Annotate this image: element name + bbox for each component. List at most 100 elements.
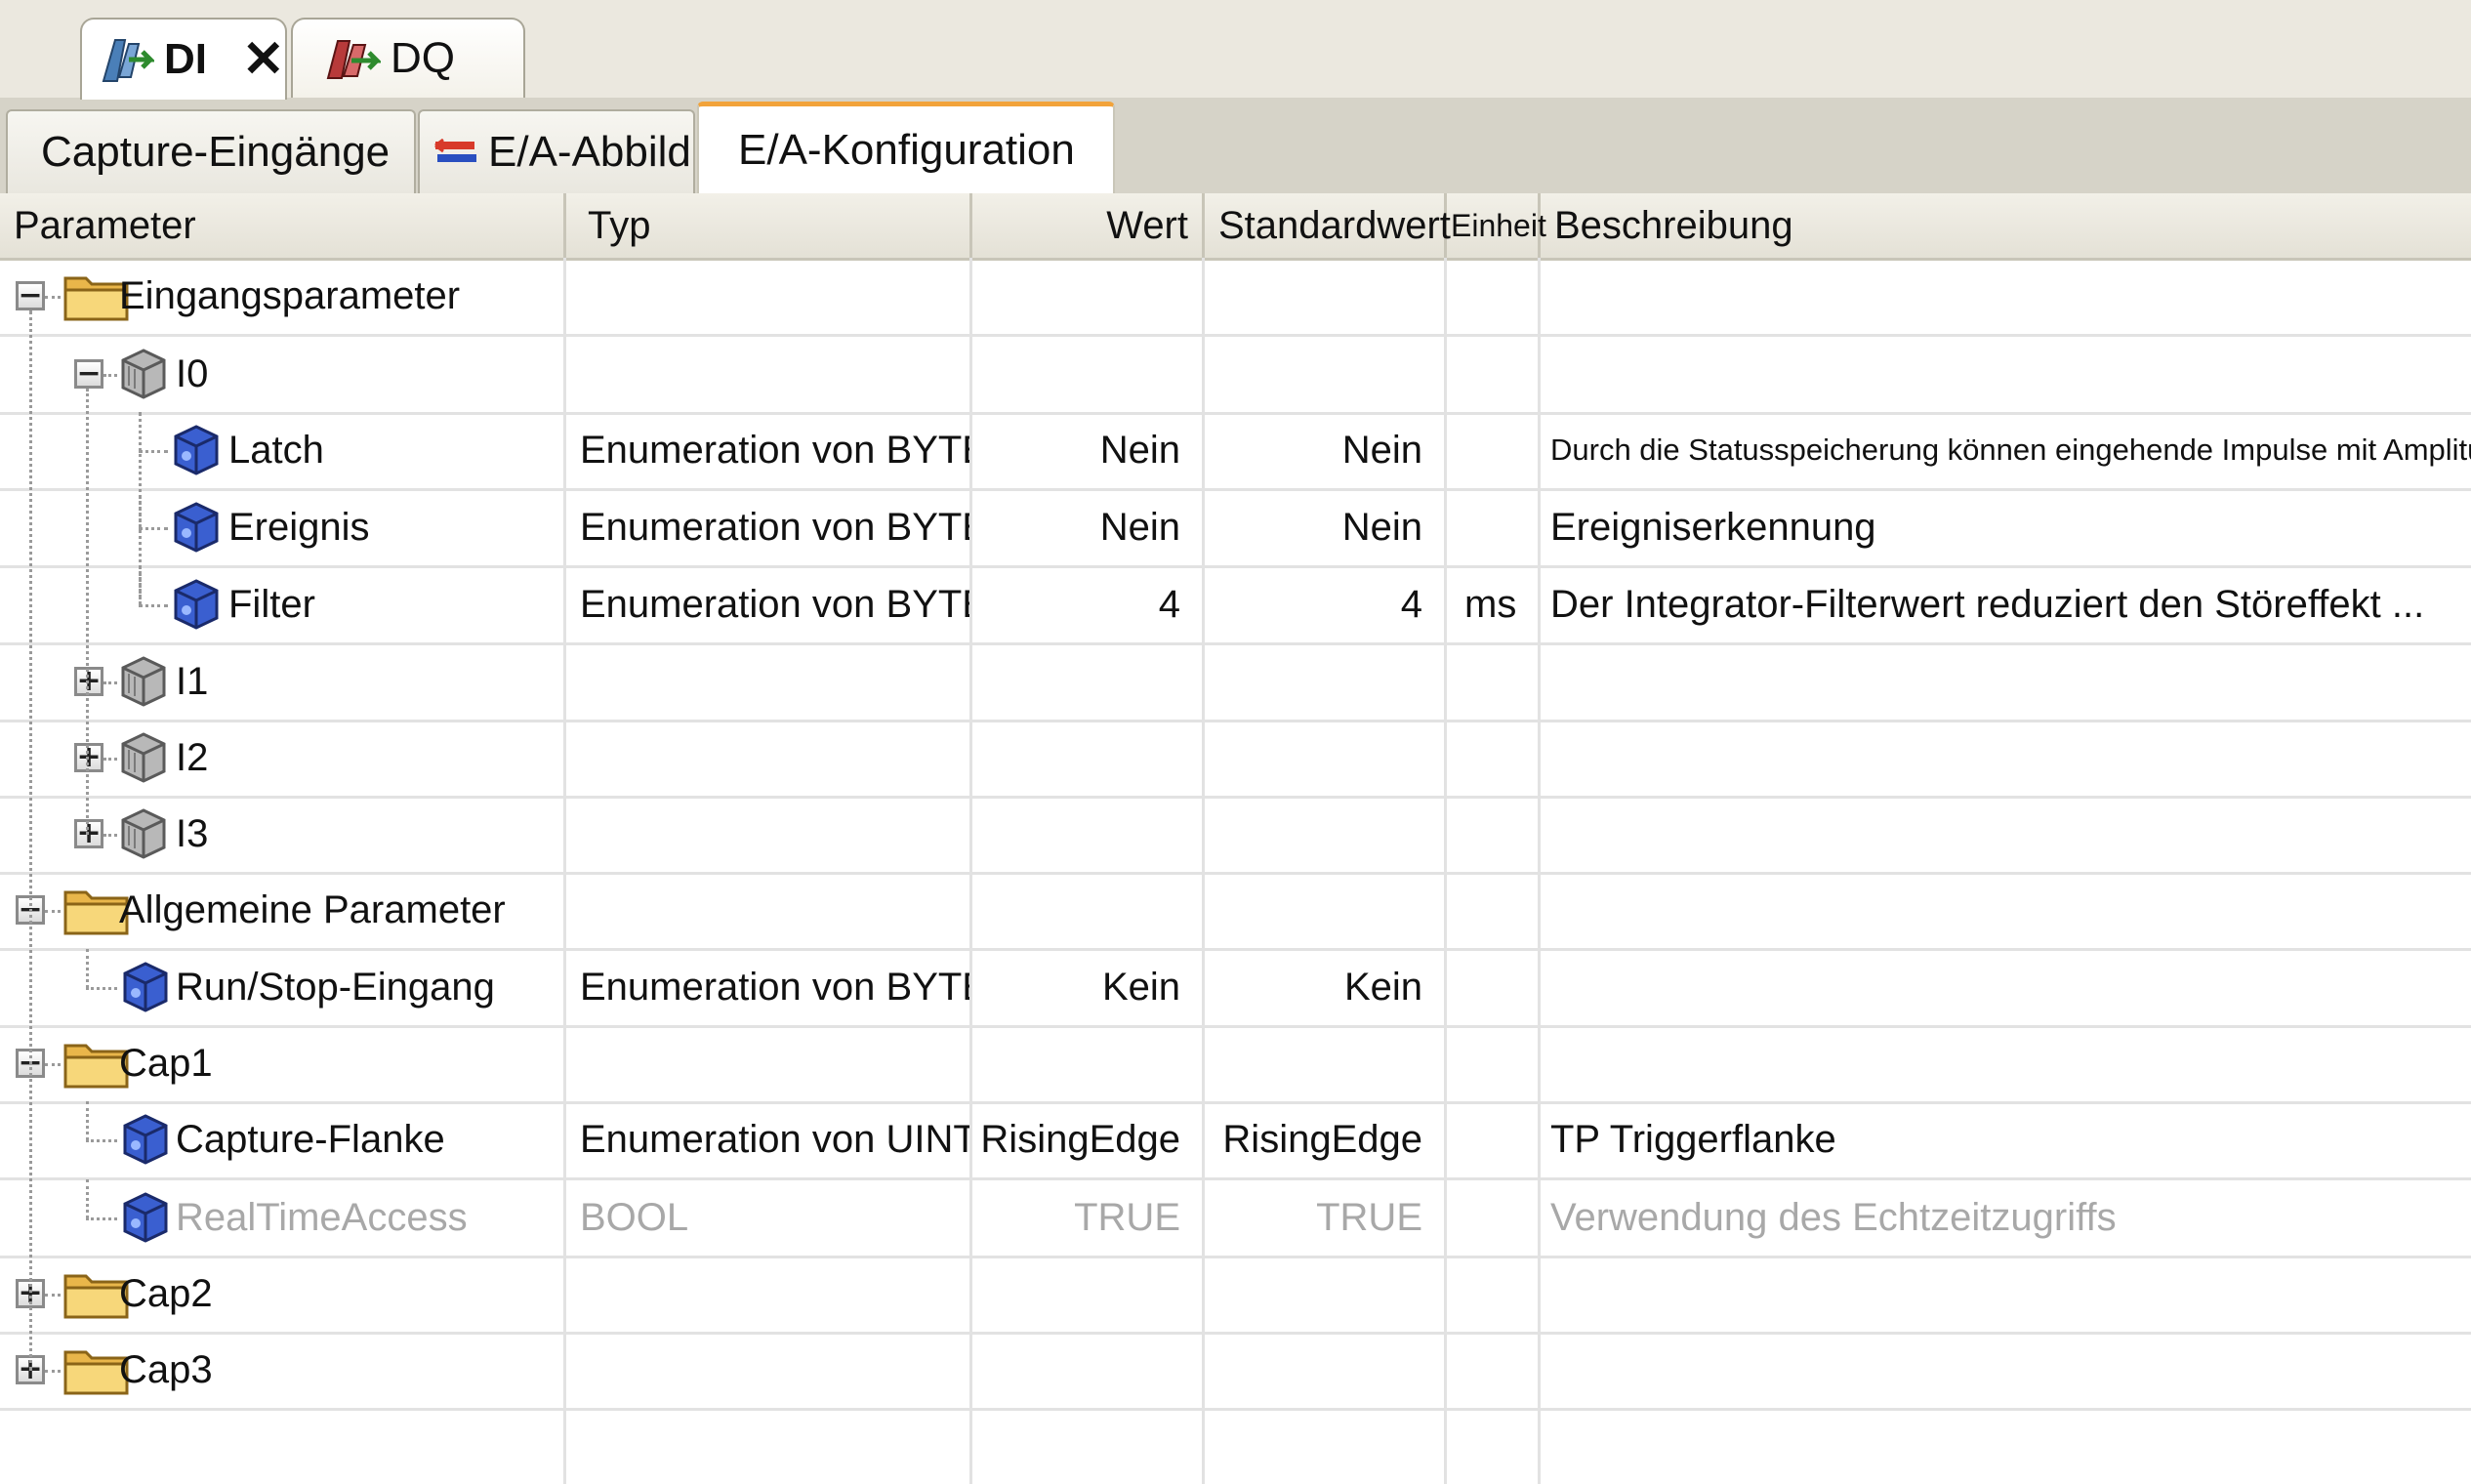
cell-wert[interactable]: TRUE — [972, 1179, 1205, 1256]
tree-connector — [45, 1063, 61, 1066]
tree-connector — [86, 987, 117, 990]
cell-beschreibung — [1541, 643, 2471, 720]
table-row[interactable]: + I3 — [0, 796, 2471, 875]
cell-typ — [566, 643, 972, 720]
table-row[interactable]: Run/Stop-Eingang Enumeration von BYTE Kein… — [0, 949, 2471, 1028]
cell-einheit — [1447, 489, 1541, 565]
parameter-name: I3 — [176, 811, 209, 855]
tree-connector — [139, 604, 168, 607]
table-row[interactable]: + I2 — [0, 720, 2471, 799]
cell-wert[interactable]: Nein — [972, 412, 1205, 488]
cell-standardwert — [1205, 872, 1447, 948]
cell-wert — [972, 872, 1205, 948]
collapse-icon[interactable]: − — [16, 281, 45, 310]
cell-standardwert: Nein — [1205, 489, 1447, 565]
cell-typ: Enumeration von UINT — [566, 1101, 972, 1177]
table-row[interactable]: Capture-Flanke Enumeration von UINT Rising… — [0, 1101, 2471, 1180]
cell-wert[interactable]: RisingEdge — [972, 1101, 1205, 1177]
tab-capture-eingaenge[interactable]: Capture-Eingänge — [6, 109, 416, 193]
grid-header: Parameter Typ Wert Standardwert Einheit … — [0, 193, 2471, 261]
expand-icon[interactable]: + — [74, 819, 103, 848]
cell-einheit — [1447, 1179, 1541, 1256]
tree-connector — [139, 450, 168, 453]
table-row[interactable]: − I0 — [0, 336, 2471, 415]
cell-typ — [566, 872, 972, 948]
cell-einheit — [1447, 872, 1541, 948]
parameter-name: Capture-Flanke — [176, 1117, 445, 1161]
table-row[interactable]: − Eingangsparameter — [0, 258, 2471, 337]
table-row[interactable]: Ereignis Enumeration von BYTE Nein Nein Erei… — [0, 489, 2471, 568]
col-header-wert[interactable]: Wert — [972, 193, 1205, 258]
cell-wert — [972, 796, 1205, 872]
table-row[interactable]: + Cap3 — [0, 1332, 2471, 1411]
cell-typ: BOOL — [566, 1179, 972, 1256]
collapse-icon[interactable]: − — [74, 359, 103, 389]
col-header-beschreibung[interactable]: Beschreibung — [1541, 193, 2471, 258]
col-header-parameter[interactable]: Parameter — [0, 193, 566, 258]
cell-typ: Enumeration von BYTE — [566, 566, 972, 642]
expand-icon[interactable]: + — [74, 667, 103, 696]
cell-parameter: Latch — [0, 412, 566, 488]
doc-tab-di-label: DI — [164, 35, 207, 83]
cell-beschreibung — [1541, 336, 2471, 412]
table-row[interactable]: − Allgemeine Parameter — [0, 872, 2471, 951]
cell-parameter: Run/Stop-Eingang — [0, 949, 566, 1025]
cell-beschreibung — [1541, 1256, 2471, 1332]
table-row[interactable]: + Cap2 — [0, 1256, 2471, 1335]
cell-einheit — [1447, 1025, 1541, 1101]
tab-ea-konfiguration[interactable]: E/A-Konfiguration — [697, 102, 1115, 193]
col-header-standardwert[interactable]: Standardwert — [1205, 193, 1451, 258]
doc-tab-dq[interactable]: DQ — [291, 18, 525, 98]
io-channel-icon — [119, 654, 168, 719]
doc-tab-di[interactable]: DI ✕ — [80, 18, 287, 100]
cell-wert[interactable]: Kein — [972, 949, 1205, 1025]
cell-wert[interactable]: 4 — [972, 566, 1205, 642]
expand-icon[interactable]: + — [74, 743, 103, 772]
parameter-name: I0 — [176, 351, 209, 395]
cell-einheit: ms — [1447, 566, 1541, 642]
col-header-typ[interactable]: Typ — [566, 193, 972, 258]
parameter-name: Eingangsparameter — [119, 273, 461, 317]
cell-parameter: − I0 — [0, 336, 566, 412]
cell-typ — [566, 336, 972, 412]
tree-connector — [86, 1139, 117, 1142]
tree-guide-line — [86, 389, 89, 835]
parameter-icon — [121, 1112, 170, 1176]
parameter-icon — [172, 423, 221, 487]
cell-typ — [566, 258, 972, 334]
cell-beschreibung — [1541, 258, 2471, 334]
table-row[interactable]: + I1 — [0, 643, 2471, 722]
table-row[interactable]: Latch Enumeration von BYTE Nein Nein Durch d… — [0, 412, 2471, 491]
cell-wert — [972, 258, 1205, 334]
cell-wert — [972, 643, 1205, 720]
cell-parameter: + I2 — [0, 720, 566, 796]
tree-guide-line — [139, 412, 142, 605]
document-tab-bar: DI ✕ DQ — [0, 0, 2471, 100]
empty-cell — [566, 1408, 972, 1484]
cell-parameter: + Cap2 — [0, 1256, 566, 1332]
cell-einheit — [1447, 336, 1541, 412]
parameter-name: I2 — [176, 735, 209, 779]
empty-cell — [1447, 1408, 1541, 1484]
table-row[interactable]: RealTimeAccess BOOL TRUE TRUE Verwendung des… — [0, 1179, 2471, 1258]
cell-beschreibung — [1541, 1332, 2471, 1408]
tab-ea-abbild[interactable]: E/A-Abbild — [418, 109, 695, 193]
digital-output-icon — [326, 40, 381, 79]
cell-parameter: Capture-Flanke — [0, 1101, 566, 1177]
cell-parameter: + Cap3 — [0, 1332, 566, 1408]
cell-typ — [566, 796, 972, 872]
parameter-name: Filter — [228, 582, 315, 626]
cell-einheit — [1447, 720, 1541, 796]
cell-wert[interactable]: Nein — [972, 489, 1205, 565]
close-tab-icon[interactable]: ✕ — [242, 34, 285, 85]
parameter-name: Run/Stop-Eingang — [176, 965, 495, 1009]
cell-standardwert: Nein — [1205, 412, 1447, 488]
cell-einheit — [1447, 1332, 1541, 1408]
col-header-einheit[interactable]: Einheit — [1447, 193, 1546, 258]
table-row[interactable]: − Cap1 — [0, 1025, 2471, 1104]
cell-beschreibung: Verwendung des Echtzeitzugriffs — [1550, 1195, 2117, 1239]
tree-connector — [103, 374, 117, 377]
cell-standardwert: 4 — [1205, 566, 1447, 642]
cell-standardwert: TRUE — [1205, 1179, 1447, 1256]
table-row[interactable]: Filter Enumeration von BYTE 4 4 ms Der Integr… — [0, 566, 2471, 645]
